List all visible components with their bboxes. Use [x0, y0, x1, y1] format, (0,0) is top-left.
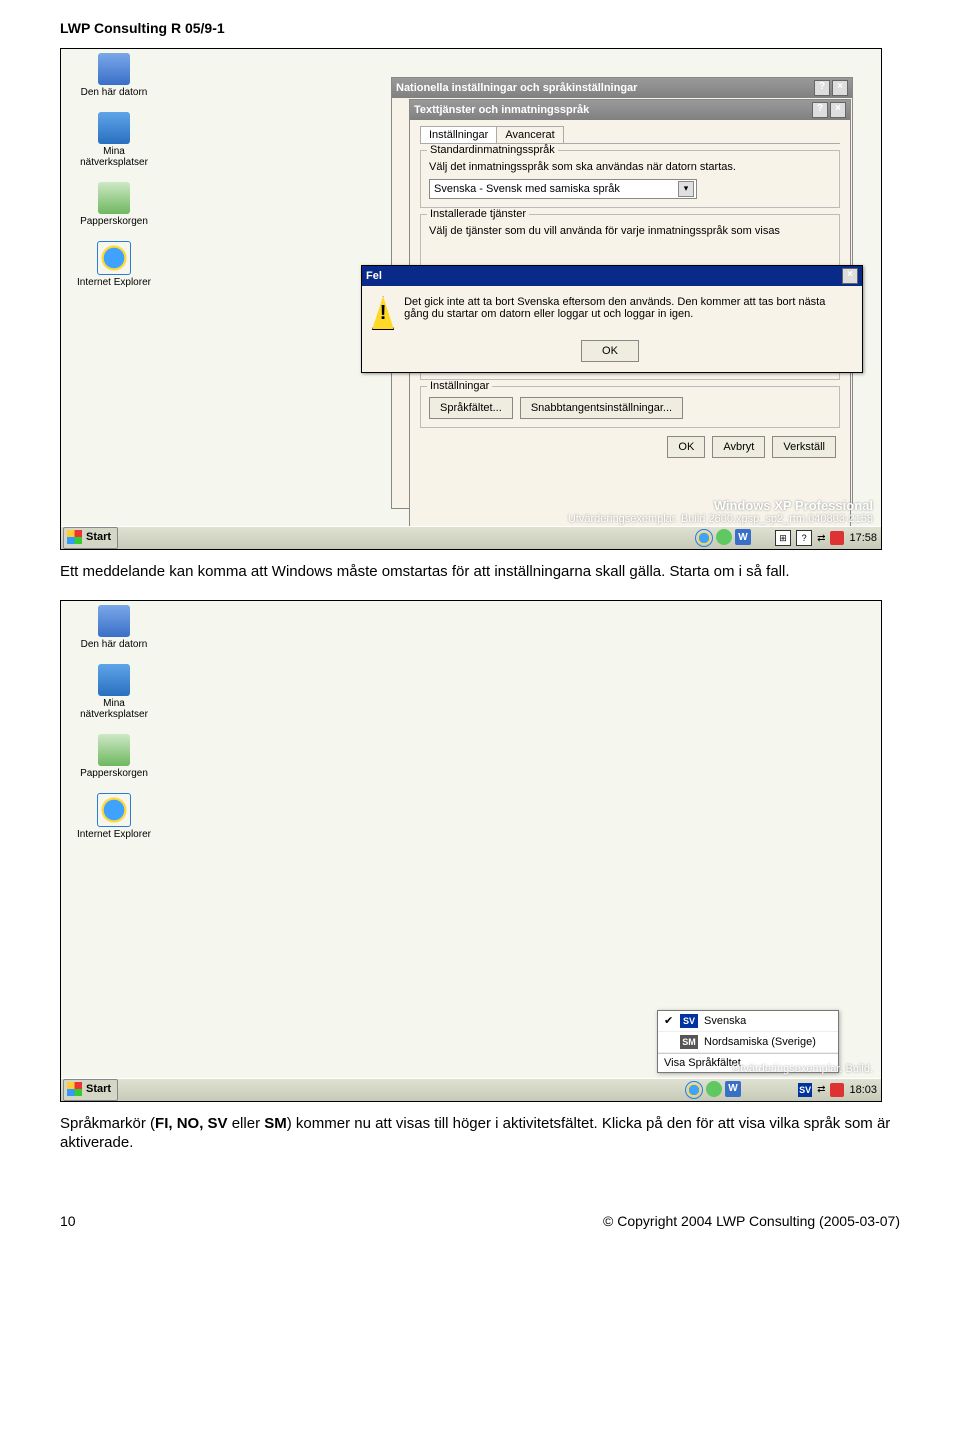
screenshot-1: Den här datorn Mina nätverksplatser Papp… — [60, 48, 882, 550]
icon-label: Mina nätverksplatser — [69, 698, 159, 720]
cancel-button[interactable]: Avbryt — [712, 436, 765, 458]
window-title: Nationella inställningar och språkinstäl… — [396, 82, 637, 94]
taskbar[interactable]: Start W ⊞ ? ⇄ 17:58 — [61, 526, 881, 549]
watermark-sub: Utvärderingsexemplar. Build. — [732, 1063, 873, 1075]
installed-desc: Välj de tjänster som du vill använda för… — [429, 225, 831, 237]
watermark-sub: Utvärderingsexemplar. Build 2600.xpsp_sp… — [568, 513, 873, 525]
desktop-icon-bin[interactable]: Papperskorgen — [69, 182, 159, 227]
titlebar[interactable]: Nationella inställningar och språkinstäl… — [392, 78, 852, 98]
desktop-icon-computer[interactable]: Den här datorn — [69, 53, 159, 98]
tab-advanced[interactable]: Avancerat — [496, 126, 563, 143]
titlebar[interactable]: Fel × — [362, 266, 862, 286]
copyright: © Copyright 2004 LWP Consulting (2005-03… — [603, 1213, 900, 1229]
bin-icon — [98, 734, 130, 766]
close-button[interactable]: × — [832, 80, 848, 96]
menu-label: Visa Språkfältet — [664, 1057, 741, 1069]
tab-settings[interactable]: Inställningar — [420, 126, 497, 143]
tray-icon[interactable] — [716, 529, 732, 545]
default-language-combo[interactable]: Svenska - Svensk med samiska språk ▾ — [429, 179, 697, 199]
icon-label: Mina nätverksplatser — [69, 146, 159, 168]
titlebar[interactable]: Texttjänster och inmatningsspråk ? × — [410, 100, 850, 120]
legend-settings: Inställningar — [427, 380, 492, 392]
legend-installed: Installerade tjänster — [427, 208, 529, 220]
lang-item-svenska[interactable]: ✔ SV Svenska — [658, 1011, 838, 1032]
desktop-icon-ie[interactable]: Internet Explorer — [69, 241, 159, 288]
tray-icon[interactable]: ? — [796, 530, 812, 546]
apply-button[interactable]: Verkställ — [772, 436, 836, 458]
desktop-icon-network[interactable]: Mina nätverksplatser — [69, 112, 159, 168]
icon-label: Den här datorn — [69, 87, 159, 98]
ie-icon — [97, 793, 131, 827]
default-lang-desc: Välj det inmatningsspråk som ska använda… — [429, 161, 831, 173]
ie-tray-icon[interactable] — [695, 529, 713, 547]
computer-icon — [98, 605, 130, 637]
window-title: Texttjänster och inmatningsspråk — [414, 104, 589, 116]
desktop-icon-computer[interactable]: Den här datorn — [69, 605, 159, 650]
shortcut-settings-button[interactable]: Snabbtangentsinställningar... — [520, 397, 683, 419]
tray-clock: 18:03 — [849, 1084, 877, 1096]
check-icon: ✔ — [664, 1014, 676, 1027]
taskbar[interactable]: Start W SV ⇄ 18:03 — [61, 1078, 881, 1101]
ie-icon — [97, 241, 131, 275]
ok-button[interactable]: OK — [667, 436, 705, 458]
desktop-icon-network[interactable]: Mina nätverksplatser — [69, 664, 159, 720]
tray-clock: 17:58 — [849, 532, 877, 544]
close-button[interactable]: × — [830, 102, 846, 118]
tray-icon[interactable]: ⇄ — [817, 1084, 825, 1095]
help-button[interactable]: ? — [812, 102, 828, 118]
paragraph-1: Ett meddelande kan komma att Windows mås… — [60, 562, 900, 582]
legend-default-lang: Standardinmatningsspråk — [427, 144, 558, 156]
paragraph-2: Språkmarkör (FI, NO, SV eller SM) kommer… — [60, 1114, 900, 1153]
page-number: 10 — [60, 1213, 76, 1229]
close-button[interactable]: × — [842, 268, 858, 284]
warning-icon: ! — [372, 296, 394, 330]
tray-icon[interactable]: W — [735, 529, 751, 545]
lang-badge-sv: SV — [680, 1014, 698, 1028]
icon-label: Papperskorgen — [69, 768, 159, 779]
doc-header: LWP Consulting R 05/9-1 — [60, 20, 900, 36]
tray-icon[interactable]: W — [725, 1081, 741, 1097]
error-text: Det gick inte att ta bort Svenska efters… — [404, 296, 852, 320]
desktop-icon-bin[interactable]: Papperskorgen — [69, 734, 159, 779]
tray-icon[interactable]: ⇄ — [817, 533, 825, 544]
network-icon — [98, 112, 130, 144]
icon-label: Internet Explorer — [69, 829, 159, 840]
lang-label: Nordsamiska (Sverige) — [704, 1036, 816, 1048]
tray-icon[interactable]: ⊞ — [775, 530, 791, 546]
tray-icon[interactable] — [706, 1081, 722, 1097]
desktop-icon-ie[interactable]: Internet Explorer — [69, 793, 159, 840]
error-dialog[interactable]: Fel × ! Det gick inte att ta bort Svensk… — [361, 265, 863, 373]
icon-label: Den här datorn — [69, 639, 159, 650]
chevron-down-icon[interactable]: ▾ — [678, 181, 694, 197]
help-button[interactable]: ? — [814, 80, 830, 96]
start-button[interactable]: Start — [63, 527, 118, 549]
ok-button[interactable]: OK — [581, 340, 639, 362]
bin-icon — [98, 182, 130, 214]
lang-item-sami[interactable]: SM Nordsamiska (Sverige) — [658, 1032, 838, 1053]
computer-icon — [98, 53, 130, 85]
network-icon — [98, 664, 130, 696]
lang-badge-sm: SM — [680, 1035, 698, 1049]
screenshot-2: Den här datorn Mina nätverksplatser Papp… — [60, 600, 882, 1102]
watermark-title: Windows XP Professional — [568, 498, 873, 513]
combo-value: Svenska - Svensk med samiska språk — [434, 183, 620, 195]
icon-label: Papperskorgen — [69, 216, 159, 227]
shield-icon[interactable] — [830, 531, 844, 545]
ie-tray-icon[interactable] — [685, 1081, 703, 1099]
icon-label: Internet Explorer — [69, 277, 159, 288]
lang-label: Svenska — [704, 1015, 746, 1027]
start-button[interactable]: Start — [63, 1079, 118, 1101]
language-bar-button[interactable]: Språkfältet... — [429, 397, 513, 419]
shield-icon[interactable] — [830, 1083, 844, 1097]
dialog-title: Fel — [366, 270, 382, 282]
watermark: Windows XP Professional Utvärderingsexem… — [568, 498, 873, 525]
watermark: Utvärderingsexemplar. Build. — [732, 1063, 873, 1075]
language-indicator[interactable]: SV — [798, 1083, 812, 1097]
